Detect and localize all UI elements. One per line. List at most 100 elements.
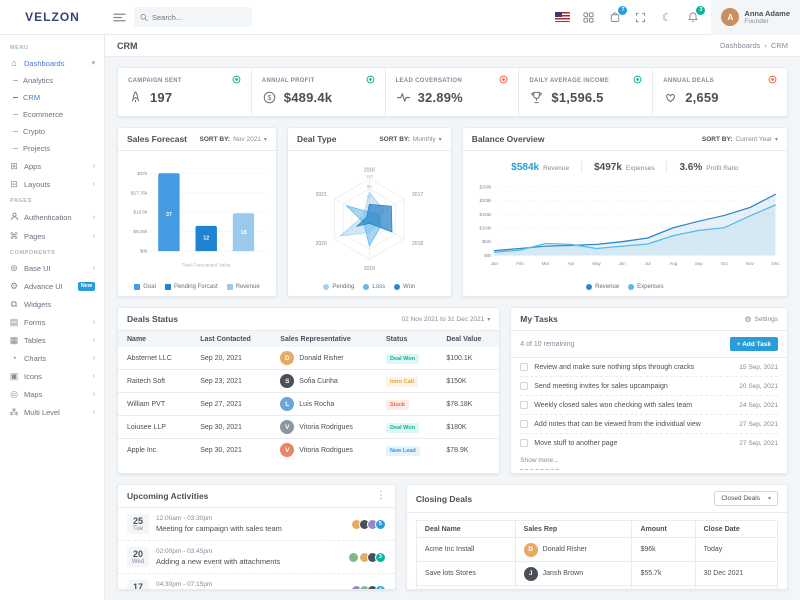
sidebar-item-maps[interactable]: ◎Maps› [0,385,104,403]
kpi-strip: CAMPAIGN SENT 197 ANNUAL PROFIT $ $489.4… [117,67,788,117]
task-checkbox[interactable] [520,401,528,409]
date-chip: 25Tue [127,514,149,534]
icons-icon: ▣ [9,372,19,381]
sidebar-item-base-ui[interactable]: ⊚Base UI› [0,259,104,277]
chevron-right-icon: › [93,214,95,221]
deals-date-filter[interactable]: 02 Nov 2021 to 31 Dec 2021▾ [401,316,490,323]
page-title: CRM [117,41,138,51]
legend-label: Pending Forcast [174,284,218,290]
activity-item: 25Tue 12:00am - 03:30pmMeeting for campa… [118,508,395,541]
sidebar-item-forms[interactable]: ▤Forms› [0,313,104,331]
sidebar-item-authentication[interactable]: Authentication› [0,207,104,227]
svg-text:Aug: Aug [669,261,677,266]
table-row: William PVTSep 27, 2021 LLuis Rocha Stuc… [118,393,499,416]
maps-icon: ◎ [9,390,19,399]
svg-text:2019: 2019 [364,266,375,272]
add-task-button[interactable]: + Add Task [730,337,778,351]
breadcrumb-root[interactable]: Dashboards [720,41,760,50]
user-role: Founder [744,18,790,25]
svg-text:2021: 2021 [316,192,327,198]
closing-deals-filter-select[interactable]: Closed Deals▾ [714,491,778,506]
column-header: Close Date [695,521,777,538]
logo-zone: VELZON [0,0,105,34]
balance-area-chart: $260k$208k$156k$104k$52k$0kJanFebMarAprM… [469,175,781,283]
chevron-right-icon: › [93,265,95,272]
sidebar-item-ecommerce[interactable]: Ecommerce [0,106,104,123]
avatar: V [280,443,294,457]
sidebar-item-widgets[interactable]: ⧉Widgets [0,295,104,313]
user-name: Anna Adame [744,9,790,18]
card-title: Closing Deals [416,494,472,504]
svg-text:2017: 2017 [412,192,423,198]
forms-icon: ▤ [9,318,19,327]
sidebar-item-crm[interactable]: CRM [0,89,104,106]
sidebar-item-pages[interactable]: ⌘Pages› [0,227,104,245]
sidebar-item-layouts[interactable]: ⊟Layouts› [0,175,104,193]
kpi-card-lead-conversion: LEAD COVERSATION 32.89% [386,68,520,116]
sidebar-item-analytics[interactable]: Analytics [0,72,104,89]
task-checkbox[interactable] [520,439,528,447]
chevron-right-icon: › [93,355,95,362]
user-menu[interactable]: A Anna Adame Founder [711,0,800,35]
svg-text:12: 12 [203,236,209,242]
deal-type-card: Deal Type SORT BY:Monthly▾ 2016201720182… [287,127,452,297]
cart-button[interactable]: 7 [607,10,622,25]
date-chip: 17Wed [127,580,149,590]
sidebar-item-apps[interactable]: ⊞Apps› [0,157,104,175]
svg-text:$104k: $104k [479,225,492,230]
svg-text:Dec: Dec [771,261,780,266]
task-checkbox[interactable] [520,420,528,428]
sidebar-item-icons[interactable]: ▣Icons› [0,367,104,385]
column-header: Name [118,331,191,347]
command-icon: ⌘ [9,232,19,241]
caret-down-icon: ▾ [775,136,778,143]
balance-sort-dropdown[interactable]: SORT BY:Current Year▾ [702,136,778,143]
legend-label: Expenses [637,284,663,290]
language-flag-button[interactable] [555,10,570,25]
gear-icon: ⚙ [744,315,751,324]
advance-ui-icon: ⚙ [9,282,19,291]
status-dot-icon [768,75,777,86]
trophy-icon [529,90,544,105]
my-tasks-card: My Tasks ⚙Settings 4 of 10 remaining + A… [510,307,788,474]
campaign-icon [128,90,143,105]
sidebar-item-charts[interactable]: ◔Charts› [0,349,104,367]
sidebar-item-tables[interactable]: ▦Tables› [0,331,104,349]
sales-forecast-sort-dropdown[interactable]: SORT BY:Nov 2021▾ [200,136,267,143]
column-header: Status [377,331,437,347]
sidebar-item-multi-level[interactable]: ⁂Multi Level› [0,403,104,421]
task-item: Review and make sure nothing slips throu… [520,358,778,377]
hamburger-icon [113,11,126,24]
deal-type-sort-dropdown[interactable]: SORT BY:Monthly▾ [379,136,441,143]
show-more-link[interactable]: Show more... [520,452,558,470]
task-checkbox[interactable] [520,363,528,371]
search-input[interactable] [152,13,246,22]
legend-swatch [134,284,140,290]
apps-grid-button[interactable] [581,10,596,25]
sidebar-toggle-button[interactable] [113,11,126,24]
legend-label: Revenue [595,284,619,290]
upcoming-activities-card: Upcoming Activities ⋮ 25Tue 12:00am - 03… [117,484,396,590]
sales-forecast-card: Sales Forecast SORT BY:Nov 2021▾ $37k$27… [117,127,277,297]
fullscreen-icon [635,12,646,23]
new-badge: New [78,282,95,291]
sidebar-item-crypto[interactable]: Crypto [0,123,104,140]
sidebar-section-pages: PAGES [0,193,104,207]
svg-text:37: 37 [166,212,172,218]
dark-mode-button[interactable]: ☾ [659,10,674,25]
kebab-menu-icon[interactable]: ⋮ [376,491,386,501]
tasks-settings-button[interactable]: ⚙Settings [744,315,778,324]
sidebar-item-projects[interactable]: Projects [0,140,104,157]
table-row: William PVT AAyaan Hudda $102k 25 Nov 20… [416,586,777,591]
task-checkbox[interactable] [520,382,528,390]
svg-text:Mar: Mar [541,261,549,266]
notifications-button[interactable]: 3 [685,10,700,25]
sidebar-item-advance-ui[interactable]: ⚙Advance UINew [0,277,104,295]
fullscreen-button[interactable] [633,10,648,25]
svg-text:Total Forecasted Value: Total Forecasted Value [182,263,232,269]
sidebar-item-dashboards[interactable]: ⌂ Dashboards ▾ [0,54,104,72]
tables-icon: ▦ [9,336,19,345]
kpi-card-campaign-sent: CAMPAIGN SENT 197 [118,68,252,116]
table-row: Apple Inc.Sep 30, 2021 VVitoria Rodrigue… [118,439,499,462]
search-box [134,7,252,27]
